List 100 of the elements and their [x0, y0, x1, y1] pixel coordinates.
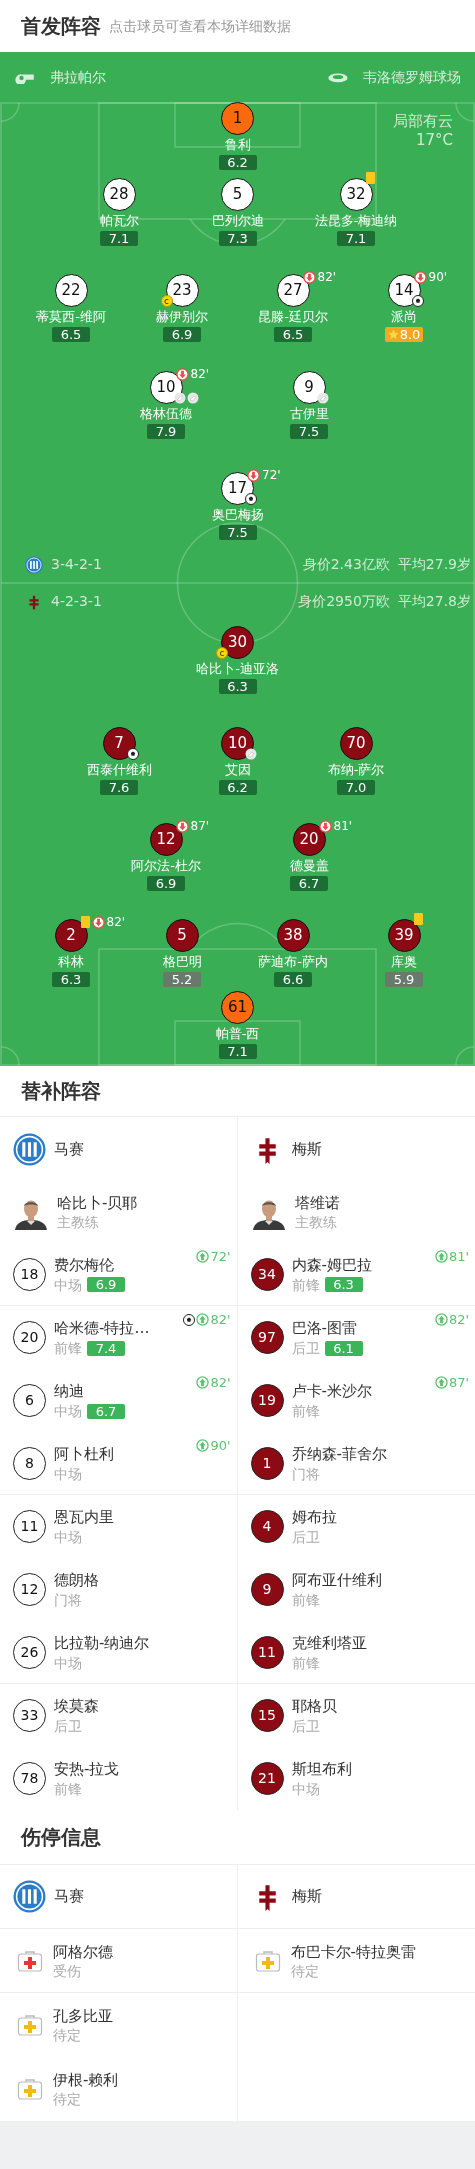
player-number[interactable]: 9 [292, 371, 326, 404]
ball-icon [411, 295, 424, 307]
substitution-minute: 82' [106, 914, 126, 931]
team-name: 梅斯 [291, 1138, 322, 1160]
player-number[interactable]: 12 [149, 823, 183, 856]
substitution-minute: 82' [210, 1311, 231, 1329]
player-number[interactable]: 1 [250, 1446, 284, 1480]
substitution-icon [434, 1250, 448, 1264]
player-name: 布纳-萨尔 [327, 761, 385, 778]
player-number[interactable]: 1 [221, 102, 254, 135]
rating-badge: 6.6 [274, 972, 312, 987]
rating-badge: 6.9 [163, 327, 201, 342]
player-name: 纳迪 [54, 1381, 85, 1401]
formation: 4-2-3-1 [51, 592, 102, 611]
player-position: 后卫 [291, 1717, 320, 1735]
player-number[interactable]: 4 [250, 1510, 284, 1543]
player-number[interactable]: 5 [165, 919, 199, 952]
player-number[interactable]: 33 [13, 1699, 46, 1732]
rating-badge: 7.1 [100, 231, 138, 246]
player-name: 法昆多-梅迪纳 [314, 212, 398, 229]
player-name: 昆滕-廷贝尔 [258, 308, 328, 325]
player-number[interactable]: 8 [13, 1446, 46, 1480]
player-position: 中场 [54, 1275, 82, 1294]
player-position: 前锋 [291, 1591, 320, 1609]
player-number[interactable]: 22 [54, 274, 88, 307]
player-name: 乔纳森-菲舍尔 [291, 1443, 388, 1464]
player-name: 科林 [58, 953, 84, 970]
player-name: 姆布拉 [291, 1507, 338, 1527]
substitution-icon [196, 1376, 210, 1390]
stadium-name: 韦洛德罗姆球场 [363, 67, 461, 87]
booking-card-icon [80, 916, 90, 928]
player-name: 安热-拉戈 [54, 1759, 121, 1779]
player-number[interactable]: 39 [387, 919, 421, 952]
player-name: 库奥 [391, 953, 417, 970]
player-name: 鲁利 [224, 136, 251, 153]
player-name: 德曼盖 [289, 857, 329, 874]
player-number[interactable]: 27 [276, 274, 310, 307]
player-number[interactable]: 78 [13, 1762, 46, 1795]
player-number[interactable]: 6 [13, 1384, 46, 1417]
player-number[interactable]: 7 [102, 727, 136, 760]
player-number[interactable]: 12 [13, 1573, 46, 1606]
weather-text: 局部有云 [393, 112, 453, 131]
team-name: 梅斯 [291, 1886, 322, 1908]
rating-badge: 6.2 [218, 155, 257, 170]
star-icon [387, 329, 399, 340]
player-number[interactable]: 11 [250, 1635, 284, 1669]
rating-badge: 6.7 [290, 876, 328, 891]
substitution-minute: 87' [190, 818, 210, 835]
player-name: 奥巴梅扬 [211, 506, 264, 523]
club-logo [13, 1880, 46, 1913]
club-logo [13, 1132, 46, 1166]
rating-badge: 6.2 [218, 780, 257, 795]
player-number[interactable]: 21 [250, 1762, 284, 1795]
injury-status: 待定 [53, 2026, 82, 2044]
player-number[interactable]: 32 [339, 178, 373, 211]
player-position: 中场 [291, 1780, 320, 1798]
rating-badge: 6.3 [324, 1277, 363, 1292]
player-name: 德朗格 [54, 1570, 100, 1590]
player-number[interactable]: 2 [54, 919, 88, 952]
injury-status: 受伤 [53, 1961, 82, 1980]
player-number[interactable]: 5 [221, 178, 254, 211]
player-number[interactable]: 97 [250, 1321, 284, 1354]
player-name: 孔多比亚 [53, 2006, 114, 2026]
rating-badge: 7.0 [337, 780, 375, 795]
substitution-icon [413, 270, 427, 284]
player-number[interactable]: 19 [250, 1384, 284, 1417]
player-number[interactable]: 10 [221, 727, 254, 760]
substitution-icon [91, 915, 105, 929]
coach-role: 主教练 [294, 1213, 338, 1231]
player-number[interactable]: 20 [292, 823, 326, 856]
player-number[interactable]: 28 [102, 178, 136, 211]
player-position: 前锋 [54, 1780, 82, 1798]
rating-badge: 7.3 [218, 231, 257, 246]
player-number[interactable]: 18 [13, 1257, 46, 1291]
player-name: 费尔梅伦 [54, 1254, 115, 1275]
player-name: 阿尔法-杜尔 [131, 857, 201, 874]
section-title: 伤停信息 [21, 1824, 101, 1851]
booking-card-icon [365, 172, 375, 184]
player-name: 恩瓦内里 [54, 1507, 115, 1527]
rating-value: 8.0 [399, 327, 421, 342]
player-name: 比拉勒-纳迪尔 [54, 1632, 151, 1653]
player-number[interactable]: 15 [250, 1699, 284, 1732]
substitution-minute: 82' [190, 366, 210, 383]
player-number[interactable]: 61 [221, 991, 254, 1024]
player-number[interactable]: 70 [339, 727, 373, 760]
squad-value: 身价2950万欧 [298, 592, 390, 611]
player-number[interactable]: 11 [13, 1510, 46, 1543]
player-number[interactable]: 26 [13, 1635, 46, 1669]
player-number[interactable]: 20 [13, 1321, 46, 1354]
player-name: 蒂莫西-维阿 [36, 308, 106, 325]
player-number[interactable]: 38 [276, 919, 310, 952]
player-position: 前锋 [291, 1402, 320, 1420]
player-number[interactable]: 9 [250, 1573, 284, 1606]
injury-status: 待定 [53, 2090, 82, 2108]
rating-badge: 7.1 [337, 231, 375, 246]
ball-icon [126, 748, 139, 760]
player-position: 后卫 [291, 1528, 320, 1546]
rating-badge: 7.9 [147, 424, 185, 439]
player-number[interactable]: 34 [250, 1257, 284, 1291]
player-name: 克维利塔亚 [291, 1632, 368, 1653]
